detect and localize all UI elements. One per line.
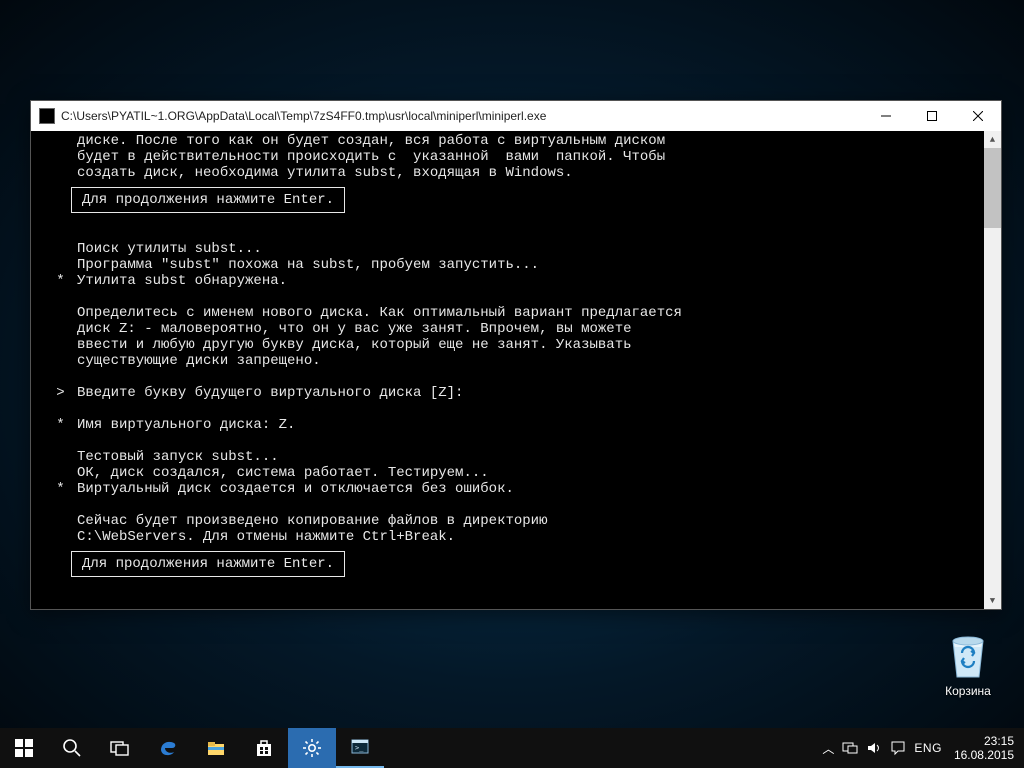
language-indicator[interactable]: ENG xyxy=(914,741,942,755)
recycle-bin-icon xyxy=(945,630,991,680)
file-explorer-button[interactable] xyxy=(192,728,240,768)
recycle-bin[interactable]: Корзина xyxy=(930,630,1006,698)
task-view-button[interactable] xyxy=(96,728,144,768)
taskbar: >_ ︿ ENG 23:15 16.08.2015 xyxy=(0,728,1024,768)
press-enter-prompt: Для продолжения нажмите Enter. xyxy=(71,551,345,577)
settings-button[interactable] xyxy=(288,728,336,768)
volume-icon[interactable] xyxy=(866,740,882,756)
clock[interactable]: 23:15 16.08.2015 xyxy=(950,734,1014,762)
action-center-icon[interactable] xyxy=(890,740,906,756)
recycle-bin-label: Корзина xyxy=(930,684,1006,698)
console-taskbar-button[interactable]: >_ xyxy=(336,728,384,768)
network-icon[interactable] xyxy=(842,740,858,756)
app-icon xyxy=(39,108,55,124)
scroll-up-button[interactable]: ▲ xyxy=(984,131,1001,148)
clock-date: 16.08.2015 xyxy=(954,748,1014,762)
store-button[interactable] xyxy=(240,728,288,768)
console-window: C:\Users\PYATIL~1.ORG\AppData\Local\Temp… xyxy=(30,100,1002,610)
edge-button[interactable] xyxy=(144,728,192,768)
close-button[interactable] xyxy=(955,101,1001,131)
scroll-down-button[interactable]: ▼ xyxy=(984,592,1001,609)
scrollbar[interactable]: ▲ ▼ xyxy=(984,131,1001,609)
maximize-button[interactable] xyxy=(909,101,955,131)
system-tray: ︿ ENG 23:15 16.08.2015 xyxy=(812,728,1024,768)
start-button[interactable] xyxy=(0,728,48,768)
window-title: C:\Users\PYATIL~1.ORG\AppData\Local\Temp… xyxy=(61,109,863,123)
titlebar[interactable]: C:\Users\PYATIL~1.ORG\AppData\Local\Temp… xyxy=(31,101,1001,131)
scroll-thumb[interactable] xyxy=(984,148,1001,228)
press-enter-prompt: Для продолжения нажмите Enter. xyxy=(71,187,345,213)
console-body[interactable]: диске. После того как он будет создан, в… xyxy=(31,131,1001,609)
minimize-button[interactable] xyxy=(863,101,909,131)
tray-overflow-button[interactable]: ︿ xyxy=(822,740,834,757)
svg-text:>_: >_ xyxy=(355,744,364,752)
taskbar-spacer xyxy=(384,728,812,768)
clock-time: 23:15 xyxy=(954,734,1014,748)
search-button[interactable] xyxy=(48,728,96,768)
